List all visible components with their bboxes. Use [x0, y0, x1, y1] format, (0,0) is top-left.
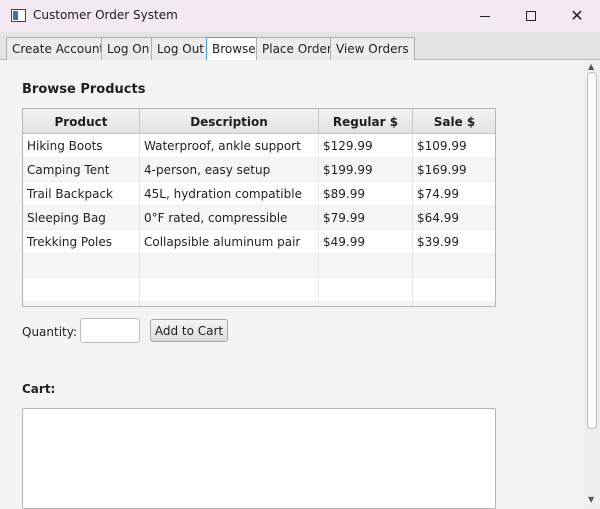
empty-cell [23, 302, 140, 306]
table-row[interactable]: Trekking Poles Collapsible aluminum pair… [23, 230, 495, 254]
empty-cell [413, 254, 495, 278]
cell-description: Waterproof, ankle support [140, 134, 319, 158]
scrollbar-thumb[interactable] [587, 72, 597, 429]
cell-regular-price: $79.99 [319, 206, 413, 230]
cell-product: Sleeping Bag [23, 206, 140, 230]
cell-sale-price: $109.99 [413, 134, 495, 158]
empty-row [23, 302, 495, 306]
cell-product: Camping Tent [23, 158, 140, 182]
tab-create-account[interactable]: Create Account [6, 37, 111, 60]
table-row[interactable]: Camping Tent 4-person, easy setup $199.9… [23, 158, 495, 182]
empty-cell [140, 302, 319, 306]
title-bar: Customer Order System ✕ [0, 0, 600, 32]
scroll-down-icon[interactable]: ▼ [588, 495, 594, 504]
close-button[interactable]: ✕ [554, 0, 600, 32]
empty-cell [413, 302, 495, 306]
tab-browse[interactable]: Browse [206, 37, 262, 61]
empty-cell [23, 254, 140, 278]
minimize-icon [480, 15, 490, 17]
page-title: Browse Products [22, 82, 146, 97]
cart-text-area[interactable] [22, 408, 496, 509]
quantity-input[interactable] [80, 318, 140, 343]
cell-regular-price: $199.99 [319, 158, 413, 182]
empty-cell [413, 278, 495, 302]
table-row[interactable]: Trail Backpack 45L, hydration compatible… [23, 182, 495, 206]
tab-view-orders[interactable]: View Orders [330, 37, 415, 60]
browse-panel: Browse Products Product Description Regu… [0, 60, 584, 509]
cell-product: Trekking Poles [23, 230, 140, 254]
cell-sale-price: $64.99 [413, 206, 495, 230]
cart-label: Cart: [22, 382, 56, 396]
cell-description: 0°F rated, compressible [140, 206, 319, 230]
empty-cell [319, 278, 413, 302]
empty-cell [23, 278, 140, 302]
empty-cell [319, 302, 413, 306]
maximize-button[interactable] [508, 0, 554, 32]
empty-cell [140, 254, 319, 278]
table-header: Product Description Regular $ Sale $ [23, 109, 495, 134]
quantity-label: Quantity: [22, 325, 78, 339]
window-title: Customer Order System [33, 8, 178, 22]
cell-regular-price: $49.99 [319, 230, 413, 254]
tab-log-out[interactable]: Log Out [151, 37, 211, 60]
table-row[interactable]: Sleeping Bag 0°F rated, compressible $79… [23, 206, 495, 230]
cell-regular-price: $129.99 [319, 134, 413, 158]
column-header-product[interactable]: Product [23, 109, 140, 134]
cell-description: Collapsible aluminum pair [140, 230, 319, 254]
cell-product: Hiking Boots [23, 134, 140, 158]
cell-sale-price: $39.99 [413, 230, 495, 254]
column-header-sale-price[interactable]: Sale $ [413, 109, 495, 134]
empty-row [23, 254, 495, 278]
table-row[interactable]: Hiking Boots Waterproof, ankle support $… [23, 134, 495, 158]
cell-regular-price: $89.99 [319, 182, 413, 206]
minimize-button[interactable] [462, 0, 508, 32]
maximize-icon [526, 11, 536, 21]
cell-product: Trail Backpack [23, 182, 140, 206]
column-header-regular-price[interactable]: Regular $ [319, 109, 413, 134]
scroll-up-icon[interactable]: ▲ [588, 62, 594, 71]
empty-cell [140, 278, 319, 302]
cell-sale-price: $74.99 [413, 182, 495, 206]
products-table[interactable]: Product Description Regular $ Sale $ Hik… [22, 108, 496, 307]
add-to-cart-button[interactable]: Add to Cart [150, 319, 228, 342]
empty-row [23, 278, 495, 302]
vertical-scrollbar[interactable]: ▲ ▼ [584, 60, 600, 509]
tab-bar: Create Account Log On Log Out Browse Pla… [0, 32, 600, 61]
cell-description: 4-person, easy setup [140, 158, 319, 182]
empty-cell [319, 254, 413, 278]
close-icon: ✕ [570, 6, 584, 25]
app-icon [11, 9, 26, 22]
tab-log-on[interactable]: Log On [101, 37, 156, 60]
cell-description: 45L, hydration compatible [140, 182, 319, 206]
tab-place-order[interactable]: Place Order [256, 37, 338, 60]
cell-sale-price: $169.99 [413, 158, 495, 182]
column-header-description[interactable]: Description [140, 109, 319, 134]
